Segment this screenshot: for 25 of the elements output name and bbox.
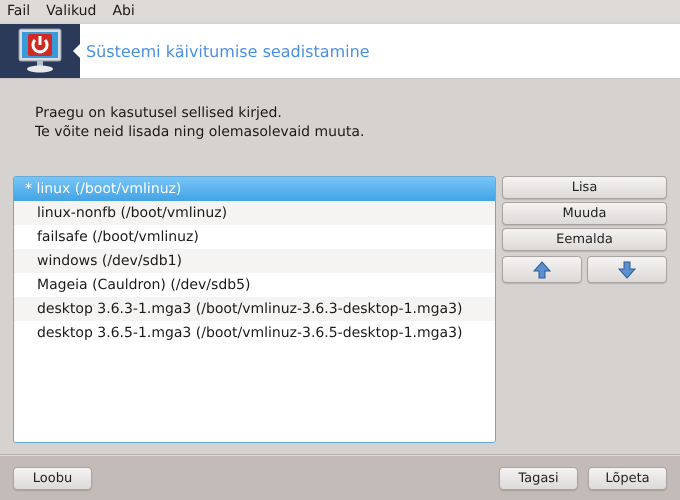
list-item[interactable]: windows (/dev/sdb1): [14, 249, 495, 273]
move-up-button[interactable]: [502, 256, 582, 283]
action-button[interactable]: Eemalda: [502, 228, 667, 251]
footer-button[interactable]: Loobu: [13, 467, 92, 490]
menu-item[interactable]: Abi: [111, 3, 136, 19]
footer-button[interactable]: Lõpeta: [588, 467, 667, 490]
pointer-notch: [73, 44, 80, 58]
menu-item[interactable]: Valikud: [45, 3, 98, 19]
intro-text: Te võite neid lisada ning olemasolevaid muuta.: [35, 124, 366, 140]
up-arrow-icon: [533, 260, 551, 278]
list-item[interactable]: linux-nonfb (/boot/vmlinuz): [14, 201, 495, 225]
list-item[interactable]: Mageia (Cauldron) (/dev/sdb5): [14, 273, 495, 297]
action-button[interactable]: Muuda: [502, 202, 667, 225]
list-item[interactable]: failsafe (/boot/vmlinuz): [14, 225, 495, 249]
menu-item[interactable]: Fail: [6, 3, 32, 19]
monitor-power-icon: [16, 28, 64, 74]
header-title: Süsteemi käivitumise seadistamine: [86, 42, 370, 60]
list-item[interactable]: desktop 3.6.5-1.mga3 (/boot/vmlinuz-3.6.5-desktop-1.mga3): [14, 321, 495, 345]
action-button[interactable]: Lisa: [502, 176, 667, 199]
down-arrow-icon: [618, 260, 636, 278]
move-down-button[interactable]: [587, 256, 667, 283]
intro-text: Praegu on kasutusel sellised kirjed.: [35, 105, 283, 121]
footer-button[interactable]: Tagasi: [499, 467, 578, 490]
list-item[interactable]: desktop 3.6.3-1.mga3 (/boot/vmlinuz-3.6.3-desktop-1.mga3): [14, 297, 495, 321]
entry-list[interactable]: [13, 176, 496, 443]
